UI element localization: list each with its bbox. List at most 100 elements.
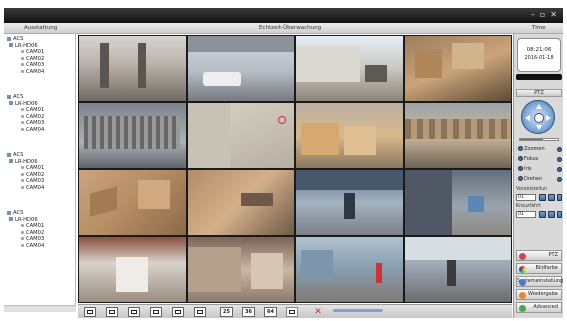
layout-64-button[interactable]: 64	[264, 307, 277, 317]
preset-set-button[interactable]	[548, 194, 555, 201]
camera-icon	[21, 230, 24, 234]
layout-16-button[interactable]	[194, 307, 206, 317]
folder-icon	[7, 94, 11, 99]
camera-icon	[21, 185, 24, 189]
layout-8-button[interactable]	[150, 307, 162, 317]
layout-25-button[interactable]: 25	[220, 307, 233, 317]
camera-icon	[21, 127, 24, 131]
camera-icon	[21, 172, 24, 176]
cruise-label: Kreuzfahrt	[516, 204, 542, 209]
ptz-down-icon[interactable]	[536, 125, 542, 130]
ptz-rotate-control: Drehen	[518, 175, 562, 183]
video-grid	[78, 35, 512, 303]
camera-view[interactable]	[187, 36, 294, 101]
close-icon[interactable]: ✕	[550, 10, 557, 20]
ptz-right-icon[interactable]	[546, 115, 551, 121]
camera-view[interactable]	[79, 36, 186, 101]
section-headers: Ausstattung Echtzeit-Überwachung Time	[4, 23, 563, 34]
rotate-right-icon[interactable]	[557, 176, 562, 182]
camera-view[interactable]	[187, 170, 294, 235]
ptz-title: PTZ	[516, 89, 562, 97]
device-group: ACS LR-HD06 CAM01 CAM02 CAM03 CAM04	[7, 152, 75, 191]
zoom-in-icon[interactable]	[557, 146, 562, 152]
minimize-icon[interactable]: –	[531, 10, 535, 20]
ptz-zoom-control: Zoomen	[518, 145, 562, 153]
camera-view[interactable]	[79, 237, 186, 302]
preset-delete-button[interactable]	[557, 194, 562, 201]
tree-scrollbar[interactable]	[4, 305, 76, 312]
camera-view[interactable]	[296, 36, 403, 101]
iris-minus-icon[interactable]	[518, 166, 523, 171]
cruise-select[interactable]: 01	[516, 211, 536, 218]
device-group: ACS LR-HD06 CAM01 CAM02 CAM03 CAM04	[7, 210, 75, 249]
device-group: ACS LR-HD06 CAM01 CAM02 CAM03 CAM04	[7, 94, 75, 133]
layout-9-button[interactable]	[172, 307, 184, 317]
mute-icon[interactable]: ✕	[311, 307, 325, 317]
iris-plus-icon[interactable]	[557, 166, 562, 172]
ptz-speed-slider[interactable]	[519, 138, 559, 141]
live-view-header: Echtzeit-Überwachung	[259, 25, 322, 31]
ptz-menu-icon	[519, 252, 526, 260]
cruise-stop-button[interactable]	[548, 211, 555, 218]
menu-advanced[interactable]: Advanced	[516, 302, 562, 313]
camera-view[interactable]	[79, 170, 186, 235]
time-header: Time	[532, 25, 546, 31]
camera-icon	[21, 114, 24, 118]
camera-view[interactable]	[404, 170, 511, 235]
preset-label: Voreinstellun	[516, 187, 548, 192]
clock-time: 08:21:06	[526, 47, 552, 53]
control-panel: 08:21:06 2016-01-18 PTZ Zoomen Fokus Iri…	[513, 34, 563, 318]
focus-minus-icon[interactable]	[518, 156, 523, 161]
preset-call-button[interactable]	[539, 194, 546, 201]
focus-plus-icon[interactable]	[557, 156, 562, 162]
camera-view[interactable]	[187, 237, 294, 302]
fullscreen-button[interactable]	[286, 307, 298, 317]
camera-icon	[21, 179, 24, 182]
ptz-speed-fill	[520, 139, 543, 140]
camera-icon	[21, 63, 24, 66]
camera-icon	[21, 69, 24, 73]
camera-view[interactable]	[296, 237, 403, 302]
tree-camera[interactable]: CAM04	[7, 69, 75, 76]
camera-view[interactable]	[404, 36, 511, 101]
camera-view[interactable]	[296, 170, 403, 235]
layout-6-button[interactable]	[128, 307, 140, 317]
cruise-edit-button[interactable]	[557, 211, 562, 218]
menu-system-settings[interactable]: Systemeinstellung	[516, 276, 563, 287]
device-tree: ACS LR-HD06 CAM01 CAM02 CAM03 CAM04 ACS …	[4, 34, 76, 312]
zoom-out-icon[interactable]	[518, 146, 523, 151]
rotate-left-icon[interactable]	[518, 176, 523, 181]
layout-36-button[interactable]: 36	[242, 307, 255, 317]
camera-icon	[21, 243, 24, 247]
camera-icon	[21, 56, 24, 60]
camera-view[interactable]	[404, 237, 511, 302]
camera-view[interactable]	[296, 103, 403, 168]
cruise-play-button[interactable]	[539, 211, 546, 218]
ptz-center-button[interactable]	[534, 113, 544, 123]
menu-playback[interactable]: Wiedergabe	[516, 289, 562, 300]
ptz-direction-pad[interactable]	[521, 100, 555, 134]
ptz-up-icon[interactable]	[536, 104, 542, 109]
layout-1-button[interactable]	[84, 307, 96, 317]
clock-display: 08:21:06 2016-01-18	[517, 38, 561, 72]
tree-camera[interactable]: CAM04	[7, 127, 75, 134]
layout-toolbar: 25 36 64 ✕	[78, 304, 512, 318]
preset-select[interactable]: 01	[516, 194, 536, 201]
camera-view[interactable]	[79, 103, 186, 168]
clock-date: 2016-01-18	[524, 55, 554, 61]
menu-image-color[interactable]: Bildfarbe	[516, 263, 562, 274]
menu-ptz[interactable]: PTZ	[516, 250, 562, 261]
advanced-icon	[519, 304, 526, 312]
layout-4-button[interactable]	[106, 307, 118, 317]
camera-icon	[21, 224, 24, 227]
dvr-icon	[9, 43, 13, 47]
volume-slider[interactable]	[333, 309, 383, 312]
maximize-icon[interactable]: ▫	[540, 10, 545, 20]
tree-camera[interactable]: CAM04	[7, 243, 75, 250]
ptz-left-icon[interactable]	[525, 115, 530, 121]
camera-view[interactable]	[404, 103, 511, 168]
color-wheel-icon	[519, 265, 526, 273]
camera-view[interactable]	[187, 103, 294, 168]
tree-camera[interactable]: CAM04	[7, 185, 75, 192]
folder-icon	[7, 36, 11, 41]
